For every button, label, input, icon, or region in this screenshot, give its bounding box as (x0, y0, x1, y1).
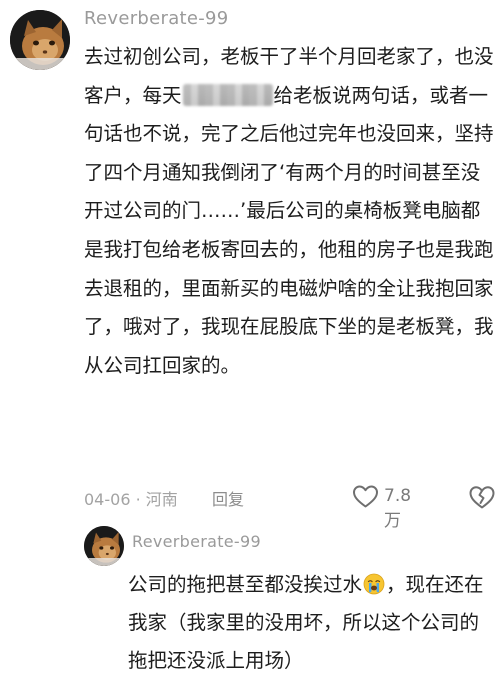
cat-avatar-icon (10, 10, 70, 70)
comment-text-part2: 给老板说两句话，或者一句话也不说，完了之后他过完年也没回来，坚持了四个月通知我倒… (84, 83, 494, 377)
reply-username[interactable]: Reverberate-99 (132, 532, 261, 551)
comment-text: 去过初创公司，老板干了半个月回老家了，也没客户，每天 给老板说两句话，或者一句话也… (84, 38, 494, 385)
username[interactable]: Reverberate-99 (84, 8, 229, 29)
user-avatar[interactable] (10, 10, 70, 70)
like-count: 7.8万 (384, 486, 412, 531)
date-location: 04-06 · 河南 (84, 490, 178, 509)
redacted-blur (182, 83, 273, 106)
reply-user-avatar[interactable] (84, 526, 124, 566)
cat-avatar-icon (84, 526, 124, 566)
broken-heart-icon[interactable] (468, 484, 496, 510)
crying-face-icon (363, 573, 385, 595)
reply-text-part1: 公司的拖把甚至都没挨过水 (128, 573, 363, 596)
heart-icon (353, 485, 378, 508)
reply-text: 公司的拖把甚至都没挨过水 ，现在还在我家（我家里的没用坏，所以这个公司的拖把还没派… (128, 566, 494, 680)
reply-button[interactable]: 回复 (212, 486, 244, 510)
comment-meta: 04-06 · 河南 回复 7.8万 (84, 482, 496, 531)
